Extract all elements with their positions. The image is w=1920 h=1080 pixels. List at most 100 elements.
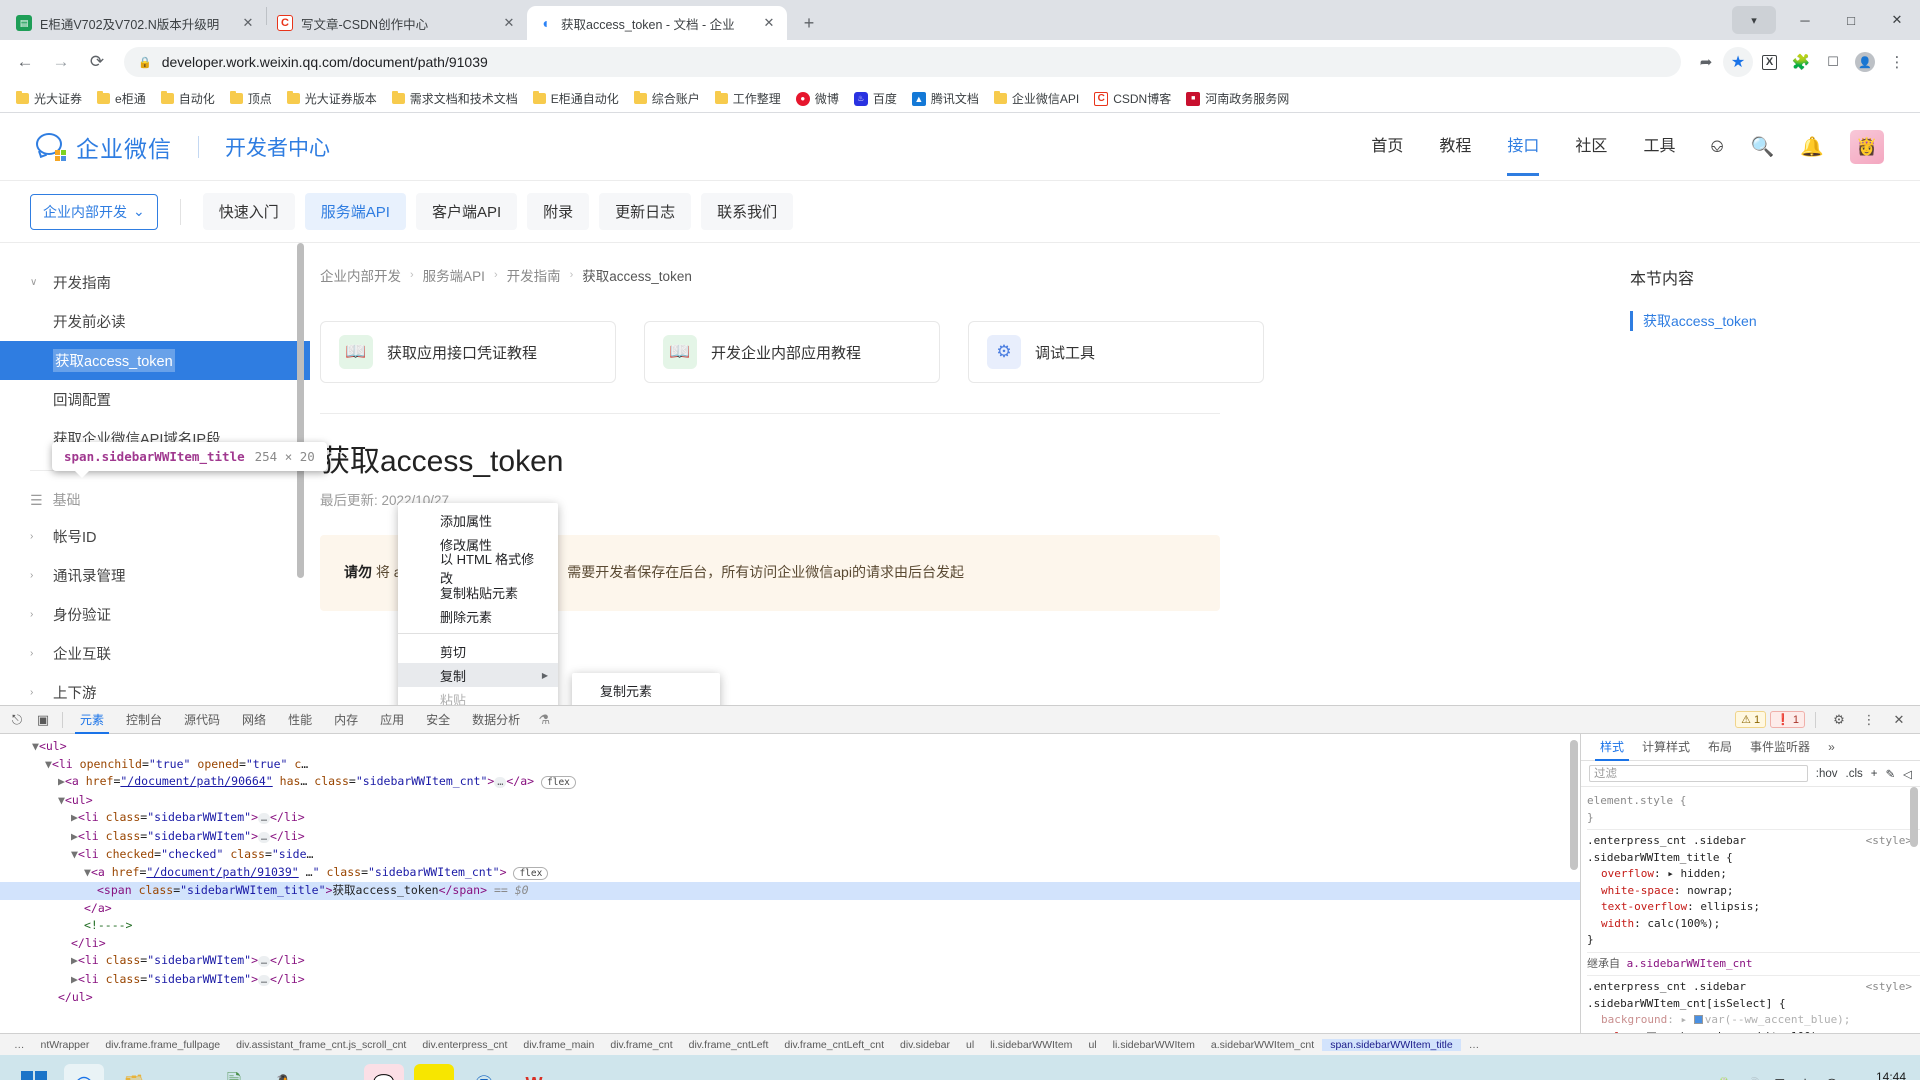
scope-selector[interactable]: 企业内部开发 ⌄: [30, 193, 158, 230]
dom-node[interactable]: </a>: [0, 900, 1580, 918]
bookmark-item[interactable]: 顶点: [224, 87, 278, 110]
devtools-breadcrumb-item[interactable]: div.frame_cntLeft_cnt: [776, 1039, 892, 1051]
dom-tree-pane[interactable]: ▼<ul> ▼<li openchild="true" opened="true"…: [0, 734, 1580, 1033]
site-logo[interactable]: 企业微信 开发者中心: [36, 130, 330, 164]
styles-tab-event-listeners[interactable]: 事件监听器: [1741, 734, 1819, 761]
rule-source[interactable]: <style>: [1866, 833, 1912, 850]
bookmark-item[interactable]: 工作整理: [709, 87, 787, 110]
window-close-button[interactable]: ✕: [1874, 3, 1920, 37]
browser-tab-strip[interactable]: ▤ E柜通V702及V702.N版本升级明 ✕ C 写文章-CSDN创作中心 ✕…: [0, 0, 1920, 40]
tab-close-icon[interactable]: ✕: [761, 15, 777, 31]
nav-item-api[interactable]: 接口: [1507, 132, 1540, 176]
cls-toggle[interactable]: .cls: [1846, 768, 1863, 780]
breadcrumb-item[interactable]: 开发指南: [507, 265, 561, 285]
reload-button[interactable]: ⟳: [80, 45, 114, 79]
devtools-tab-application[interactable]: 应用: [369, 706, 415, 734]
sidepanel-icon[interactable]: ☐: [1818, 47, 1848, 77]
styles-tab-overflow-icon[interactable]: »: [1819, 734, 1844, 761]
card-credential-tutorial[interactable]: 📖 获取应用接口凭证教程: [320, 321, 616, 383]
menu-item-duplicate-element[interactable]: 复制粘贴元素: [398, 580, 558, 604]
bookmark-item[interactable]: e柜通: [91, 87, 152, 110]
extension-x-icon[interactable]: X: [1762, 54, 1777, 70]
nav-item-community[interactable]: 社区: [1575, 132, 1607, 162]
menu-item-edit-as-html[interactable]: 以 HTML 格式修改: [398, 552, 558, 586]
bookmark-item[interactable]: 企业微信API: [988, 87, 1085, 110]
new-rule-button[interactable]: +: [1871, 768, 1878, 780]
profile-avatar-icon[interactable]: 👤: [1850, 47, 1880, 77]
devtools-breadcrumb-item[interactable]: ntWrapper: [33, 1039, 98, 1051]
bookmark-item[interactable]: 综合账户: [628, 87, 706, 110]
dom-tree-scrollbar[interactable]: [1570, 740, 1578, 870]
rule-declaration[interactable]: color: var(--ww_base_white_100);: [1587, 1029, 1920, 1033]
devtools-breadcrumb-item[interactable]: div.frame.frame_fullpage: [97, 1039, 228, 1051]
devtools-breadcrumb-item[interactable]: ul: [1080, 1039, 1104, 1051]
nav-item-tutorial[interactable]: 教程: [1439, 132, 1471, 162]
devtools-tab-sources[interactable]: 源代码: [173, 706, 231, 734]
styles-rules-list[interactable]: element.style { } <style> .enterpress_cn…: [1581, 787, 1920, 1033]
devtools-breadcrumb-item[interactable]: div.frame_cnt: [602, 1039, 680, 1051]
styles-tab-styles[interactable]: 样式: [1591, 734, 1633, 761]
devtools-breadcrumb-item[interactable]: div.assistant_frame_cnt.js_scroll_cnt: [228, 1039, 414, 1051]
office-icon[interactable]: ◐: [164, 1064, 204, 1080]
breadcrumb-overflow-icon[interactable]: …: [1461, 1039, 1488, 1051]
sidebar-scrollbar[interactable]: [297, 243, 304, 598]
devtools-tab-elements[interactable]: 元素: [69, 706, 115, 734]
bookmark-item[interactable]: 自动化: [155, 87, 221, 110]
subnav-item-client-api[interactable]: 客户端API: [415, 193, 518, 230]
menu-item-copy[interactable]: 复制 ▶: [398, 663, 558, 687]
hov-toggle[interactable]: :hov: [1816, 768, 1838, 780]
breadcrumb-item[interactable]: 服务端API: [423, 265, 485, 285]
dom-node-selected[interactable]: <span class="sidebarWWItem_title">获取acce…: [0, 882, 1580, 900]
copy-submenu[interactable]: 复制元素 复制 outerHTML 复制selector 复制 JS 路径 复制…: [572, 673, 720, 705]
back-button[interactable]: ←: [8, 45, 42, 79]
card-internal-app-tutorial[interactable]: 📖 开发企业内部应用教程: [644, 321, 940, 383]
bell-icon[interactable]: 🔔: [1800, 135, 1824, 159]
clock[interactable]: 14:44 2023/3/31: [1853, 1070, 1906, 1080]
dom-node[interactable]: </ul>: [0, 989, 1580, 1007]
start-button[interactable]: [14, 1064, 54, 1080]
menu-item-cut[interactable]: 剪切: [398, 639, 558, 663]
breadcrumb-overflow-icon[interactable]: …: [6, 1039, 33, 1051]
new-tab-button[interactable]: +: [795, 9, 823, 37]
devtools-tab-performance[interactable]: 性能: [277, 706, 323, 734]
dom-node[interactable]: ▶<li class="sidebarWWItem">… </li>: [0, 828, 1580, 847]
search-icon[interactable]: 🔍: [1751, 135, 1775, 159]
devtools-breadcrumb-item[interactable]: li.sidebarWWItem: [982, 1039, 1080, 1051]
bookmark-item[interactable]: ♨ 百度: [848, 87, 903, 110]
sidebar-toggle-icon[interactable]: ◁: [1903, 767, 1912, 781]
dom-node[interactable]: <!---->: [0, 917, 1580, 935]
rule-declaration[interactable]: background: ▸ var(--ww_accent_blue);: [1587, 1012, 1920, 1029]
bookmark-item[interactable]: ● 微博: [790, 87, 845, 110]
nav-item-tools[interactable]: 工具: [1643, 132, 1675, 162]
style-rule-element-style[interactable]: element.style { }: [1587, 790, 1920, 830]
devtools-tab-network[interactable]: 网络: [231, 706, 277, 734]
user-avatar[interactable]: 👸: [1850, 129, 1884, 164]
dom-node[interactable]: ▼<li checked="checked" class="side…: [0, 846, 1580, 864]
devtools-breadcrumb-item[interactable]: div.sidebar: [892, 1039, 958, 1051]
styles-tab-layout[interactable]: 布局: [1699, 734, 1741, 761]
style-rule-sidebar-title[interactable]: <style> .enterpress_cnt .sidebar .sideba…: [1587, 830, 1920, 953]
new-style-icon[interactable]: ✎: [1886, 767, 1896, 781]
tab-close-icon[interactable]: ✕: [240, 15, 256, 31]
chrome-icon[interactable]: ◉: [64, 1064, 104, 1080]
star-icon[interactable]: ★: [1723, 47, 1753, 77]
wechat-icon[interactable]: 💬: [364, 1064, 404, 1080]
card-debug-tool[interactable]: ⚙ 调试工具: [968, 321, 1264, 383]
pycharm-icon[interactable]: PC: [414, 1064, 454, 1080]
sidebar-item-callback-config[interactable]: 回调配置: [26, 380, 310, 419]
devtools-breadcrumb[interactable]: … ntWrapper div.frame.frame_fullpage div.a…: [0, 1033, 1920, 1055]
qq-icon[interactable]: 🐧: [264, 1064, 304, 1080]
color-swatch[interactable]: [1647, 1031, 1657, 1033]
headset-icon[interactable]: ⎉: [1709, 136, 1724, 158]
rule-source[interactable]: <style>: [1866, 979, 1912, 996]
devtools-tab-memory[interactable]: 内存: [323, 706, 369, 734]
devtools-context-menu[interactable]: 添加属性 修改属性 以 HTML 格式修改 复制粘贴元素 删除元素 剪切 复制 …: [398, 503, 558, 705]
sidebar-item-identity-auth[interactable]: › 身份验证: [26, 595, 310, 634]
bookmark-item[interactable]: ■ 河南政务服务网: [1180, 87, 1295, 110]
puzzle-extension-icon[interactable]: 🧩: [1786, 47, 1816, 77]
rule-declaration[interactable]: width: calc(100%);: [1587, 916, 1920, 933]
bookmark-item[interactable]: 光大证券版本: [281, 87, 383, 110]
browser-tab-0[interactable]: ▤ E柜通V702及V702.N版本升级明 ✕: [6, 6, 266, 40]
devtools-breadcrumb-item[interactable]: a.sidebarWWItem_cnt: [1203, 1039, 1322, 1051]
styles-scrollbar[interactable]: [1910, 787, 1918, 847]
